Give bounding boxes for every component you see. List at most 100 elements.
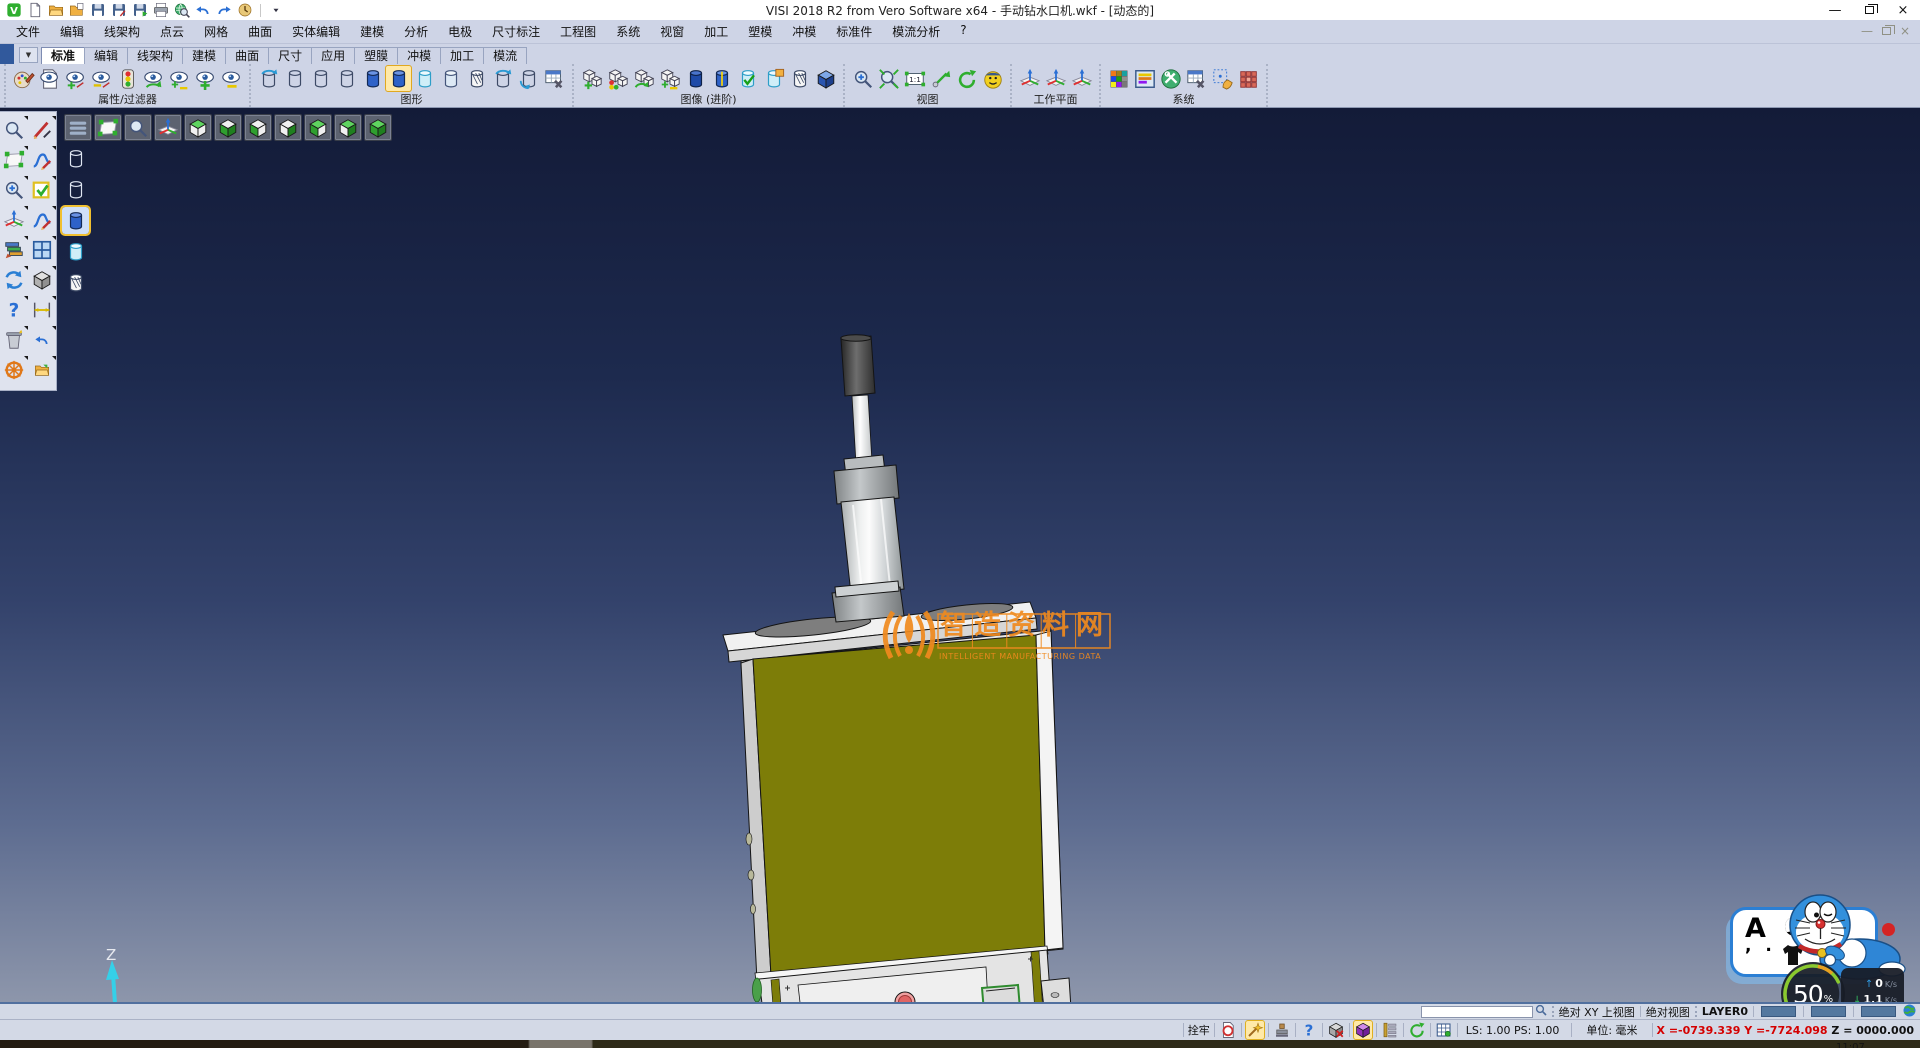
cylinder-hatch-strip-button[interactable] — [62, 269, 89, 296]
open-project-folder-button[interactable] — [30, 358, 54, 382]
eye-add-button[interactable] — [63, 66, 88, 91]
context-help-button[interactable]: ? — [1300, 1021, 1318, 1039]
menu-17[interactable]: 冲模 — [782, 20, 826, 43]
rotate-view-button[interactable] — [954, 66, 979, 91]
cylinder-section-button[interactable] — [761, 66, 786, 91]
cylinder-light-solid-button[interactable] — [62, 238, 89, 265]
cylinder-hatch-button[interactable] — [464, 66, 489, 91]
protocol-doc-button[interactable] — [1219, 1021, 1237, 1039]
image-settings-button[interactable] — [1132, 66, 1157, 91]
cube-view-iso-button[interactable] — [364, 114, 392, 141]
solid-cube-gray-button[interactable] — [30, 268, 54, 292]
open-folder-icon[interactable] — [47, 2, 65, 19]
cube-shaded-view-button[interactable] — [813, 66, 838, 91]
view-menu-lines-button[interactable] — [64, 114, 92, 141]
workplane-move-button[interactable] — [1043, 66, 1068, 91]
cube-view-back-button[interactable] — [274, 114, 302, 141]
menu-10[interactable]: 电极 — [438, 20, 482, 43]
table-settings-button[interactable] — [1184, 66, 1209, 91]
eye-remove-button[interactable] — [89, 66, 114, 91]
eye-refresh-button[interactable] — [141, 66, 166, 91]
more-dropdown-icon[interactable] — [267, 2, 285, 19]
view-orientation-face-button[interactable] — [980, 66, 1005, 91]
menu-2[interactable]: 编辑 — [50, 20, 94, 43]
palette-attributes-button[interactable] — [11, 66, 36, 91]
zoom-extents-button[interactable] — [876, 66, 901, 91]
confirm-check-button[interactable] — [30, 178, 54, 202]
zoom-in-button[interactable] — [850, 66, 875, 91]
menu-20[interactable]: ? — [950, 20, 976, 43]
print-icon[interactable] — [152, 2, 170, 19]
tab-冲模[interactable]: 冲模 — [397, 47, 441, 64]
new-document-icon[interactable] — [26, 2, 44, 19]
page-preview-eye-button[interactable] — [37, 66, 62, 91]
tab-标准[interactable]: 标准 — [41, 47, 85, 64]
cylinder-blue-solid-button[interactable] — [62, 207, 89, 234]
cylinder-dark-button[interactable] — [683, 66, 708, 91]
menu-1[interactable]: 文件 — [6, 20, 50, 43]
cube-purple-toggle-button[interactable] — [1354, 1021, 1372, 1039]
search-icon[interactable] — [1535, 1004, 1547, 1019]
menu-9[interactable]: 分析 — [394, 20, 438, 43]
cylinder-wireframe3-button[interactable] — [334, 66, 359, 91]
menu-13[interactable]: 系统 — [606, 20, 650, 43]
zoom-plus-button[interactable] — [2, 178, 26, 202]
cylinder-flat-button[interactable] — [438, 66, 463, 91]
menu-12[interactable]: 工程图 — [550, 20, 606, 43]
system-tools-globe-button[interactable] — [1158, 66, 1183, 91]
spline-pencil-button[interactable] — [30, 148, 54, 172]
layer-chip-1[interactable] — [1761, 1006, 1796, 1017]
sketch-pencil-button[interactable] — [30, 118, 54, 142]
workplane-align-button[interactable] — [1069, 66, 1094, 91]
cube-discard-button[interactable] — [1327, 1021, 1345, 1039]
cube-view-right-button[interactable] — [334, 114, 362, 141]
search-input[interactable] — [1421, 1006, 1533, 1018]
layer-chip-3[interactable] — [1861, 1006, 1896, 1017]
menu-4[interactable]: 点云 — [150, 20, 194, 43]
refresh-model-button[interactable] — [2, 268, 26, 292]
menu-3[interactable]: 线架构 — [94, 20, 150, 43]
delete-trash-button[interactable] — [2, 328, 26, 352]
cylinder-copy-button[interactable] — [516, 66, 541, 91]
zoom-1-1-button[interactable]: 1:1 — [902, 66, 927, 91]
cylinder-shaded-button[interactable] — [360, 66, 385, 91]
duplicate-folder-icon[interactable] — [68, 2, 86, 19]
filter-plus-button[interactable] — [193, 66, 218, 91]
toolbar-options-dropdown[interactable]: ▼ — [19, 47, 38, 63]
mdi-restore-button[interactable] — [1882, 27, 1891, 35]
tab-塑膜[interactable]: 塑膜 — [354, 47, 398, 64]
3d-viewport[interactable]: ? — [0, 108, 1920, 1004]
cubes-plus-minus-button[interactable] — [657, 66, 682, 91]
tab-尺寸[interactable]: 尺寸 — [268, 47, 312, 64]
workplane-axis-button[interactable] — [2, 208, 26, 232]
cylinder-translucent-button[interactable] — [412, 66, 437, 91]
cube-view-bottom-button[interactable] — [214, 114, 242, 141]
mdi-close-button[interactable]: × — [1900, 24, 1910, 38]
menu-6[interactable]: 曲面 — [238, 20, 282, 43]
menu-7[interactable]: 实体编辑 — [282, 20, 350, 43]
eye-plus-minus-button[interactable] — [167, 66, 192, 91]
tab-模流[interactable]: 模流 — [483, 47, 527, 64]
tab-建模[interactable]: 建模 — [182, 47, 226, 64]
dimension-tool-button[interactable] — [30, 298, 54, 322]
menu-15[interactable]: 加工 — [694, 20, 738, 43]
menu-8[interactable]: 建模 — [350, 20, 394, 43]
cylinder-refresh-button[interactable] — [256, 66, 281, 91]
display-wrench-button[interactable] — [542, 66, 567, 91]
cube-view-front-button[interactable] — [244, 114, 272, 141]
layer-chip-2[interactable] — [1811, 1006, 1846, 1017]
axis-triad-button[interactable] — [154, 114, 182, 141]
cylinder-wireframe2-button[interactable] — [308, 66, 333, 91]
auto-rotate-button[interactable] — [1408, 1021, 1426, 1039]
undo-icon[interactable] — [194, 2, 212, 19]
tab-曲面[interactable]: 曲面 — [225, 47, 269, 64]
stamp-tool-button[interactable] — [1273, 1021, 1291, 1039]
save-as-icon[interactable] — [110, 2, 128, 19]
menu-16[interactable]: 塑模 — [738, 20, 782, 43]
restore-button[interactable] — [1852, 1, 1886, 20]
active-layer-label[interactable]: LAYER0 — [1702, 1005, 1748, 1018]
print-preview-icon[interactable] — [173, 2, 191, 19]
cylinder-update-group-button[interactable] — [490, 66, 515, 91]
model-3d-machine[interactable]: 智造资料网 INTELLIGENT MANUFACTURING DATA — [695, 283, 1135, 1004]
recent-history-icon[interactable] — [236, 2, 254, 19]
